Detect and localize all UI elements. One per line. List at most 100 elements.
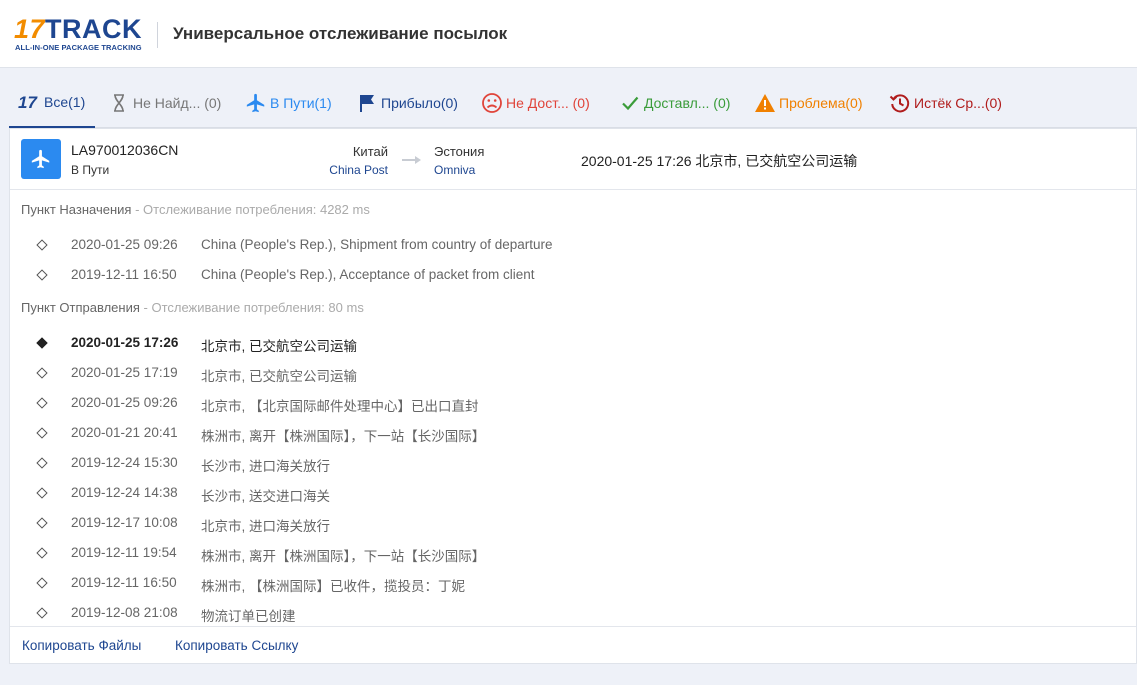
timeline-dot-icon xyxy=(36,239,48,251)
event-desc: China (People's Rep.), Acceptance of pac… xyxy=(201,267,535,282)
event-time: 2020-01-25 09:26 xyxy=(71,395,178,410)
event-desc: 株洲市, 离开【株洲国际】，下一站【长沙国际】 xyxy=(201,429,486,444)
timeline-event-current: 2020-01-25 17:26 北京市, 已交航空公司运输 xyxy=(10,332,1137,362)
event-time: 2019-12-11 16:50 xyxy=(71,267,177,282)
tab-not-found[interactable]: Не Найд... (0) xyxy=(107,78,221,128)
event-time: 2019-12-24 14:38 xyxy=(71,485,178,500)
event-time: 2019-12-17 10:08 xyxy=(71,515,178,530)
history-clock-icon xyxy=(888,91,912,115)
tab-in-transit[interactable]: В Пути(1) xyxy=(244,78,332,128)
timeline-event: 2019-12-11 19:54 株洲市, 离开【株洲国际】，下一站【长沙国际】 xyxy=(10,542,1137,572)
tab-undelivered-label: Не Дост... (0) xyxy=(506,95,590,111)
tab-arrived[interactable]: Прибыло(0) xyxy=(355,78,458,128)
timeline-event: 2019-12-11 16:50 株洲市, 【株洲国际】已收件，揽投员：丁妮 xyxy=(10,572,1137,602)
event-desc: 北京市, 已交航空公司运输 xyxy=(201,369,358,384)
tab-not-found-label: Не Найд... (0) xyxy=(133,95,222,111)
shipment-summary-row[interactable]: LA970012036CN В Пути Китай China Post Эс… xyxy=(10,129,1137,190)
event-desc: 株洲市, 离开【株洲国际】，下一站【长沙国际】 xyxy=(201,549,486,564)
tab-arrived-label: Прибыло(0) xyxy=(381,95,458,111)
event-time: 2019-12-24 15:30 xyxy=(71,455,178,470)
logo-track: TRACK xyxy=(45,14,143,44)
origin-section-label: Пункт Отправления xyxy=(21,300,140,315)
event-desc: 长沙市, 进口海关放行 xyxy=(201,459,331,474)
plane-icon xyxy=(31,149,50,169)
seventeen-logo-icon: 17 xyxy=(18,90,42,114)
destination-section-meta: - Отслеживание потребления: 4282 ms xyxy=(131,202,370,217)
event-time: 2019-12-11 19:54 xyxy=(71,545,177,560)
warning-icon xyxy=(753,91,777,115)
tab-all-label: Все(1) xyxy=(44,94,86,110)
event-time: 2020-01-21 20:41 xyxy=(71,425,178,440)
destination-carrier-link[interactable]: Omniva xyxy=(434,163,475,177)
timeline-dot-icon xyxy=(36,487,48,499)
copy-link-link[interactable]: Копировать Ссылку xyxy=(175,638,298,653)
tracking-number[interactable]: LA970012036CN xyxy=(71,142,178,158)
event-desc: 北京市, 【北京国际邮件处理中心】已出口直封 xyxy=(201,399,479,414)
event-time: 2020-01-25 09:26 xyxy=(71,237,178,252)
logo-17: 17 xyxy=(14,14,46,44)
route-arrow-icon xyxy=(402,156,421,164)
timeline-event: 2020-01-25 09:26 China (People's Rep.), … xyxy=(10,234,1137,264)
header-divider xyxy=(157,22,158,48)
origin-country: Китай xyxy=(352,144,388,159)
destination-country: Эстония xyxy=(434,144,485,159)
event-time: 2019-12-11 16:50 xyxy=(71,575,177,590)
tab-problem-label: Проблема(0) xyxy=(779,95,863,111)
destination-section-header: Пункт Назначения - Отслеживание потребле… xyxy=(21,202,370,217)
timeline-dot-icon xyxy=(36,337,48,349)
timeline-dot-icon xyxy=(36,517,48,529)
event-desc: China (People's Rep.), Shipment from cou… xyxy=(201,237,553,252)
copy-files-link[interactable]: Копировать Файлы xyxy=(22,638,141,653)
event-desc: 北京市, 已交航空公司运输 xyxy=(201,339,358,354)
event-desc: 物流订单已创建 xyxy=(201,609,296,624)
timeline-dot-icon xyxy=(36,577,48,589)
timeline-dot-icon xyxy=(36,457,48,469)
timeline-dot-icon xyxy=(36,397,48,409)
origin-section-header: Пункт Отправления - Отслеживание потребл… xyxy=(21,300,364,315)
event-desc: 长沙市, 送交进口海关 xyxy=(201,489,331,504)
tab-all[interactable]: 17 Все(1) xyxy=(9,78,95,128)
destination-section-label: Пункт Назначения xyxy=(21,202,132,217)
timeline-event: 2020-01-25 17:19 北京市, 已交航空公司运输 xyxy=(10,362,1137,392)
flag-icon xyxy=(355,91,379,115)
timeline-dot-icon xyxy=(36,427,48,439)
tab-problem[interactable]: Проблема(0) xyxy=(753,78,863,128)
logo-wordmark: 17TRACK xyxy=(14,15,142,43)
svg-text:17: 17 xyxy=(18,93,38,112)
event-time: 2020-01-25 17:19 xyxy=(71,365,178,380)
tab-undelivered[interactable]: Не Дост... (0) xyxy=(480,78,590,128)
card-footer: Копировать Файлы Копировать Ссылку xyxy=(10,626,1136,664)
timeline-event: 2019-12-17 10:08 北京市, 进口海关放行 xyxy=(10,512,1137,542)
tab-expired-label: Истёк Ср...(0) xyxy=(914,95,1002,111)
timeline-event: 2020-01-25 09:26 北京市, 【北京国际邮件处理中心】已出口直封 xyxy=(10,392,1137,422)
in-transit-status-icon xyxy=(21,139,61,179)
event-desc: 株洲市, 【株洲国际】已收件，揽投员：丁妮 xyxy=(201,579,466,594)
event-desc: 北京市, 进口海关放行 xyxy=(201,519,331,534)
checkmark-icon xyxy=(618,91,642,115)
app-header: 17TRACK ALL-IN-ONE PACKAGE TRACKING Унив… xyxy=(0,0,1137,68)
timeline-dot-icon xyxy=(36,269,48,281)
origin-carrier-link[interactable]: China Post xyxy=(310,163,388,177)
tab-delivered-label: Доставл... (0) xyxy=(644,95,731,111)
shipment-card: LA970012036CN В Пути Китай China Post Эс… xyxy=(9,128,1137,664)
tab-in-transit-label: В Пути(1) xyxy=(270,95,332,111)
timeline-dot-icon xyxy=(36,367,48,379)
event-time: 2020-01-25 17:26 xyxy=(71,335,179,350)
shipment-status: В Пути xyxy=(71,163,110,177)
page-title: Универсальное отслеживание посылок xyxy=(173,24,508,43)
sad-face-icon xyxy=(480,91,504,115)
timeline-dot-icon xyxy=(36,547,48,559)
tab-expired[interactable]: Истёк Ср...(0) xyxy=(888,78,1002,128)
hourglass-icon xyxy=(107,91,131,115)
timeline-event: 2019-12-24 14:38 长沙市, 送交进口海关 xyxy=(10,482,1137,512)
timeline-dot-icon xyxy=(36,607,48,619)
latest-event: 2020-01-25 17:26 北京市, 已交航空公司运输 xyxy=(581,153,858,169)
timeline-event: 2020-01-21 20:41 株洲市, 离开【株洲国际】，下一站【长沙国际】 xyxy=(10,422,1137,452)
timeline-event: 2019-12-24 15:30 长沙市, 进口海关放行 xyxy=(10,452,1137,482)
origin-section-meta: - Отслеживание потребления: 80 ms xyxy=(139,300,364,315)
event-time: 2019-12-08 21:08 xyxy=(71,605,178,620)
status-tabs: 17 Все(1) Не Найд... (0) В Пути(1) Прибы… xyxy=(9,78,1137,128)
17track-logo[interactable]: 17TRACK ALL-IN-ONE PACKAGE TRACKING xyxy=(14,15,146,55)
plane-icon xyxy=(244,91,268,115)
tab-delivered[interactable]: Доставл... (0) xyxy=(618,78,730,128)
